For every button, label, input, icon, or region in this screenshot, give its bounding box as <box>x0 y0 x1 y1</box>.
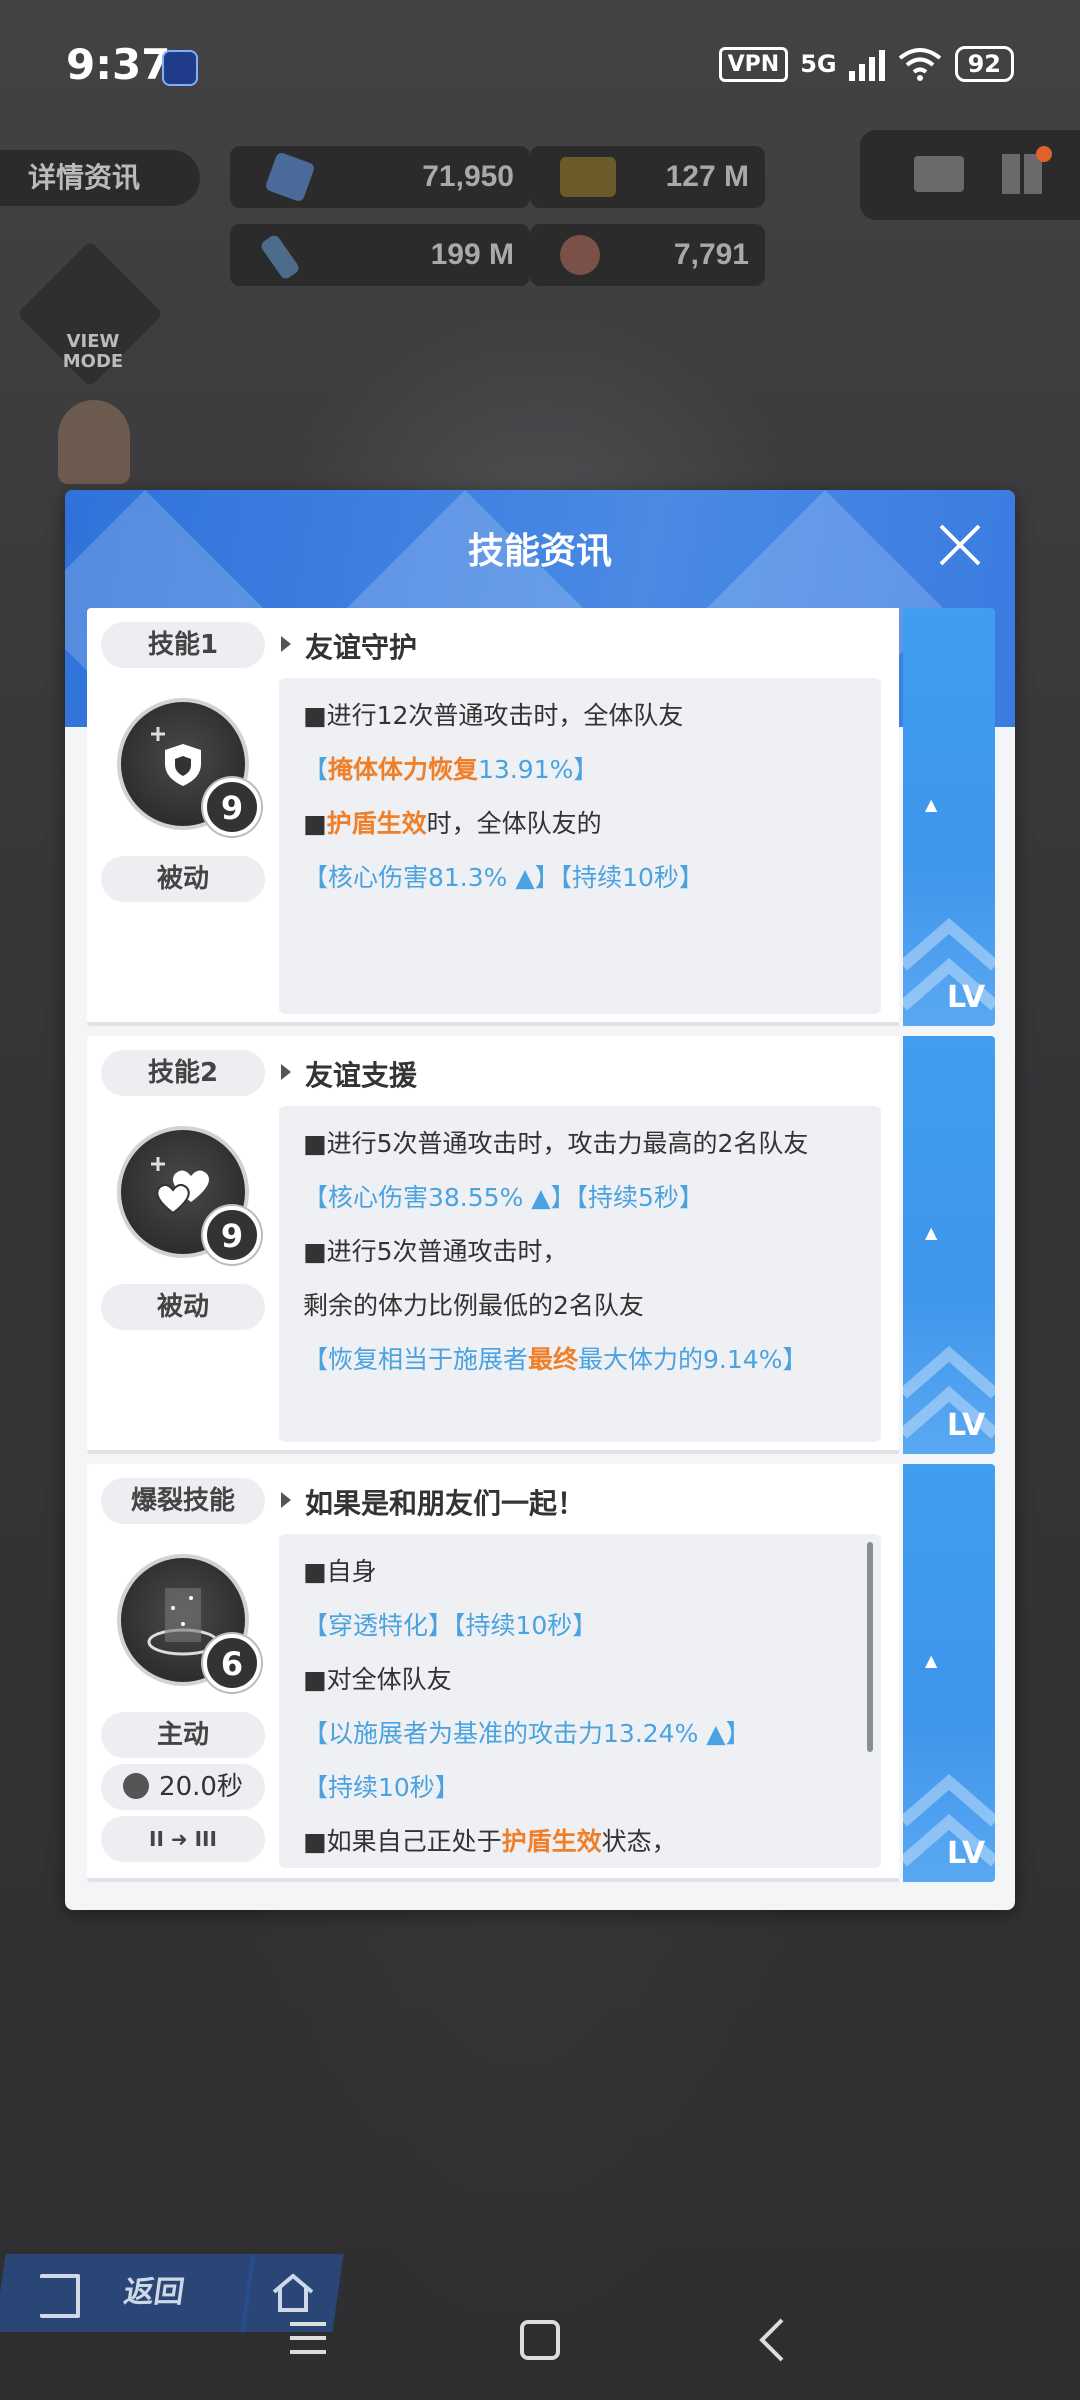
detail-info-tab[interactable]: 详情资讯 <box>0 150 200 206</box>
material-icon <box>259 233 301 281</box>
app-notification-icon <box>162 50 198 86</box>
skill-name-arrow-icon <box>281 1064 291 1080</box>
arrow-up-icon: ▲ <box>925 795 938 814</box>
status-bar: 9:37 VPN 5G 92 <box>0 0 1080 140</box>
resource-value: 127 M <box>665 160 749 193</box>
skill-name: 友谊守护 <box>305 631 418 664</box>
skill-card-burst: 爆裂技能 如果是和朋友们一起！ 6 主动 20.0秒 II ➜ III ■自身 … <box>87 1464 995 1882</box>
system-nav-bar <box>0 2280 1080 2400</box>
skill-name: 友谊支援 <box>305 1059 418 1092</box>
level-up-label: LV ▲ <box>925 1651 986 1871</box>
desc-line: 【穿透特化】【持续10秒】 <box>303 1611 598 1640</box>
skill-card-body: 爆裂技能 如果是和朋友们一起！ 6 主动 20.0秒 II ➜ III ■自身 … <box>87 1464 899 1882</box>
skill-description: ■进行5次普通攻击时，攻击力最高的2名队友 【核心伤害38.55% ▲】【持续5… <box>279 1106 881 1442</box>
level-up-button[interactable]: LV ▲ <box>903 1036 995 1454</box>
skill-name: 如果是和朋友们一起！ <box>305 1487 586 1520</box>
desc-line: 【恢复相当于施展者最终最大体力的9.14%】 <box>303 1345 808 1374</box>
arrow-up-icon: ▲ <box>925 1651 938 1670</box>
description-scrollbar[interactable] <box>867 1542 873 1752</box>
credit-icon <box>560 157 616 197</box>
skill-description: ■进行12次普通攻击时，全体队友 【掩体体力恢复13.91%】 ■护盾生效时，全… <box>279 678 881 1014</box>
battery-indicator: 92 <box>954 46 1014 82</box>
desc-line: 【掩体体力恢复13.91%】 <box>303 755 599 784</box>
network-label: 5G <box>800 50 837 78</box>
skill-level: 9 <box>203 778 261 836</box>
notification-dot <box>1036 146 1052 162</box>
burst-stage-badge: II ➜ III <box>101 1816 265 1862</box>
skill-name-arrow-icon <box>281 636 291 652</box>
dialog-title: 技能资讯 <box>467 531 612 572</box>
desc-line: ■进行12次普通攻击时，全体队友 <box>303 701 684 730</box>
cooldown-badge: 20.0秒 <box>101 1764 265 1810</box>
skill-level: 6 <box>203 1634 261 1692</box>
status-right: VPN 5G 92 <box>718 46 1014 82</box>
desc-line: 剩余的体力比例最低的2名队友 <box>303 1291 644 1320</box>
desc-line: 【以施展者为基准的攻击力13.24% ▲】 <box>303 1719 751 1748</box>
character-avatar <box>58 400 130 484</box>
home-square-icon[interactable] <box>518 2318 562 2362</box>
resource-value: 7,791 <box>673 238 749 271</box>
skill-type: 被动 <box>101 856 265 902</box>
skill-tag: 爆裂技能 <box>101 1478 265 1524</box>
skill-level: 9 <box>203 1206 261 1264</box>
back-arrow-icon[interactable] <box>752 2316 792 2364</box>
vpn-badge: VPN <box>718 46 789 82</box>
resource-gem: 71,950 <box>230 146 530 208</box>
resource-core: 7,791 <box>530 224 765 286</box>
chevron-up-icon <box>903 918 995 1011</box>
desc-line: ■如果自己正处于护盾生效状态， <box>303 1827 677 1856</box>
status-time: 9:37 <box>66 40 171 89</box>
view-mode-label: VIEW MODE <box>62 331 124 372</box>
skill-description[interactable]: ■自身 【穿透特化】【持续10秒】 ■对全体队友 【以施展者为基准的攻击力13.… <box>279 1534 881 1868</box>
resource-value: 199 M <box>430 238 514 271</box>
skill-card-1: 技能1 友谊守护 9 被动 ■进行12次普通攻击时，全体队友 【掩体体力恢复13… <box>87 608 995 1026</box>
grid-menu-icon[interactable] <box>1002 154 1042 194</box>
level-up-button[interactable]: LV ▲ <box>903 1464 995 1882</box>
menu-icon[interactable] <box>286 2318 330 2358</box>
core-icon <box>560 235 600 275</box>
desc-line: 【核心伤害81.3% ▲】【持续10秒】 <box>303 863 704 892</box>
skill-name-arrow-icon <box>281 1492 291 1508</box>
skill-type: 主动 <box>101 1712 265 1758</box>
desc-line: 【持续10秒】 <box>303 1773 460 1802</box>
level-up-label: LV ▲ <box>925 795 986 1015</box>
desc-line: ■护盾生效时，全体队友的 <box>303 809 602 838</box>
top-right-menu <box>860 130 1080 220</box>
skill-card-body: 技能2 友谊支援 9 被动 ■进行5次普通攻击时，攻击力最高的2名队友 【核心伤… <box>87 1036 899 1454</box>
desc-line: ■对全体队友 <box>303 1665 452 1694</box>
skill-tag: 技能2 <box>101 1050 265 1096</box>
signal-icon <box>848 47 885 81</box>
skill-card-body: 技能1 友谊守护 9 被动 ■进行12次普通攻击时，全体队友 【掩体体力恢复13… <box>87 608 899 1026</box>
chevron-up-icon <box>903 1346 995 1439</box>
skill-tag: 技能1 <box>101 622 265 668</box>
resource-credit: 127 M <box>530 146 765 208</box>
skill-info-dialog: 技能资讯 技能1 友谊守护 9 被动 ■进行12次普通攻击时，全体队友 【掩体体… <box>65 490 1015 1910</box>
level-up-button[interactable]: LV ▲ <box>903 608 995 1026</box>
level-up-label: LV ▲ <box>925 1223 986 1443</box>
detail-info-label: 详情资讯 <box>28 161 141 194</box>
desc-line: ■进行5次普通攻击时， <box>303 1237 568 1266</box>
resource-value: 71,950 <box>422 160 514 193</box>
skill-type: 被动 <box>101 1284 265 1330</box>
desc-line: 【核心伤害38.55% ▲】【持续5秒】 <box>303 1183 704 1212</box>
desc-line: ■进行5次普通攻击时，攻击力最高的2名队友 <box>303 1129 809 1158</box>
resource-material: 199 M <box>230 224 530 286</box>
clock-icon <box>123 1773 150 1799</box>
skill-card-2: 技能2 友谊支援 9 被动 ■进行5次普通攻击时，攻击力最高的2名队友 【核心伤… <box>87 1036 995 1454</box>
mail-icon[interactable] <box>914 156 964 192</box>
wifi-icon <box>898 48 941 81</box>
chevron-up-icon <box>903 1774 995 1867</box>
close-icon[interactable] <box>935 520 985 570</box>
gem-icon <box>264 151 316 203</box>
cooldown-value: 20.0秒 <box>159 1772 243 1802</box>
desc-line: ■自身 <box>303 1557 377 1586</box>
arrow-up-icon: ▲ <box>925 1223 938 1242</box>
